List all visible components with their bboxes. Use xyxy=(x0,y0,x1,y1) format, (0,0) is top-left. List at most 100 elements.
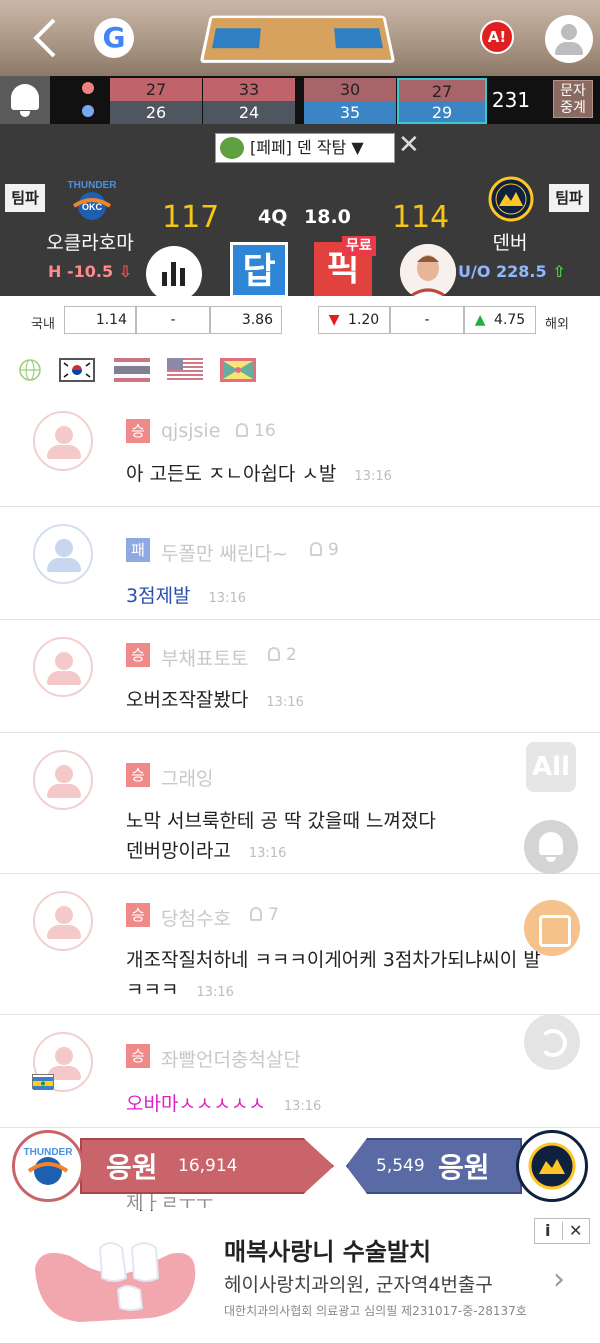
nickname[interactable]: 부채표토토 xyxy=(161,644,248,671)
stats-button[interactable] xyxy=(146,246,202,302)
win-badge: 승 xyxy=(126,763,150,787)
nickname[interactable]: qjsjsie xyxy=(161,420,220,442)
q4-away: 27 xyxy=(397,78,487,101)
like-bell-icon xyxy=(268,647,280,661)
globe-icon[interactable] xyxy=(18,358,42,382)
message-time: 13:16 xyxy=(196,985,234,1000)
overseas-draw-odds[interactable]: - xyxy=(390,306,464,334)
profile-button[interactable] xyxy=(545,15,593,63)
like-count: 2 xyxy=(268,645,297,665)
home-cheer-count: 5,549 xyxy=(376,1156,425,1176)
message-time: 13:16 xyxy=(208,591,246,606)
total-score: 231 xyxy=(491,88,531,112)
room-close-button[interactable]: ✕ xyxy=(398,132,420,158)
player-photo xyxy=(400,244,456,300)
home-tippa-button[interactable]: 팀파 xyxy=(549,184,589,212)
ad-controls: i ✕ xyxy=(534,1218,590,1244)
filter-all-button[interactable]: All xyxy=(526,742,576,792)
grenada-flag[interactable] xyxy=(220,358,256,382)
avatar[interactable] xyxy=(33,411,93,471)
avatar[interactable] xyxy=(33,891,93,951)
arrow-down-icon: ⇩ xyxy=(118,262,133,281)
game-clock: 4Q 18.0 xyxy=(258,206,351,228)
domestic-home-odds[interactable]: 3.86 xyxy=(210,306,282,334)
avatar[interactable] xyxy=(33,750,93,810)
chat-message[interactable]: 승 당첨수호 7 개조작질처하네 ㅋㅋㅋ이게어케 3점차가되냐씨이 발 ㅋㅋㅋ 1… xyxy=(0,875,600,1015)
room-label: [페페] 덴 작탐 ▼ xyxy=(250,138,364,157)
notification-tab[interactable] xyxy=(0,76,50,139)
floating-memo-button[interactable] xyxy=(524,900,580,956)
thailand-flag[interactable] xyxy=(114,358,150,382)
answer-button[interactable]: 답 xyxy=(230,242,288,298)
overseas-home-odds[interactable]: ▲ 4.75 xyxy=(464,306,536,334)
court-banner[interactable] xyxy=(199,15,396,63)
svg-text:THUNDER: THUNDER xyxy=(68,180,118,191)
win-badge: 승 xyxy=(126,419,150,443)
chat-message[interactable]: 승 그래잉 노막 서브룩한테 공 딱 갔을때 느껴졌다 덴버망이라고 13:16 xyxy=(0,734,600,874)
avatar[interactable] xyxy=(33,637,93,697)
home-cheer-button[interactable] xyxy=(346,1138,522,1194)
back-button[interactable] xyxy=(28,14,64,62)
q1-home: 26 xyxy=(110,101,202,124)
ad-legal-text: 대한치과의사협회 의료광고 심의필 제231017-중-28137호 xyxy=(224,1304,527,1318)
chat-message[interactable]: 패 두폴만 쌔린다~ 9 3점제발 13:16 xyxy=(0,508,600,620)
nuggets-cheer-logo[interactable] xyxy=(516,1130,588,1202)
domestic-away-odds[interactable]: 1.14 xyxy=(64,306,136,334)
domestic-draw-odds[interactable]: - xyxy=(136,306,210,334)
thunder-logo: THUNDER OKC xyxy=(66,176,118,224)
room-selector[interactable]: [페페] 덴 작탐 ▼ xyxy=(215,133,395,163)
thunder-cheer-logo[interactable]: THUNDER xyxy=(12,1130,84,1202)
ad-close-icon[interactable]: ✕ xyxy=(569,1219,582,1243)
over-under-value: U/O 228.5 xyxy=(458,262,547,281)
message-text: 개조작질처하네 ㅋㅋㅋ이게어케 3점차가되냐씨이 발 ㅋㅋㅋ 13:16 xyxy=(126,949,541,1001)
korea-flag[interactable] xyxy=(59,358,95,382)
q4-home: 29 xyxy=(397,101,487,124)
q1-away: 27 xyxy=(110,78,202,101)
avatar[interactable] xyxy=(33,524,93,584)
nickname[interactable]: 좌빨언더충척살단 xyxy=(161,1045,301,1072)
handicap-value: H -10.5 xyxy=(48,262,114,281)
q3-away: 30 xyxy=(304,78,396,101)
svg-text:OKC: OKC xyxy=(82,202,103,212)
chevron-right-icon[interactable]: › xyxy=(553,1262,565,1297)
clock-label: 18.0 xyxy=(304,206,351,228)
home-score: 114 xyxy=(392,200,450,235)
win-badge: 승 xyxy=(126,1044,150,1068)
message-text: 아 고든도 ㅈㄴ아쉽다 ㅅ발 13:16 xyxy=(126,463,392,485)
overseas-away-odds[interactable]: ▼ 1.20 xyxy=(318,306,390,334)
domestic-label: 국내 xyxy=(31,317,55,332)
chat-message[interactable]: 승 좌빨언더충척살단 오바마ㅅㅅㅅㅅㅅ 13:16 xyxy=(0,1016,600,1128)
like-bell-icon xyxy=(236,423,248,437)
win-badge: 승 xyxy=(126,903,150,927)
like-bell-icon xyxy=(250,907,262,921)
sms-relay-button[interactable]: 문자 중계 xyxy=(553,80,593,118)
svg-text:THUNDER: THUNDER xyxy=(24,1147,74,1158)
floating-bell-button[interactable] xyxy=(524,820,578,874)
like-count: 9 xyxy=(310,540,339,560)
nickname[interactable]: 당첨수호 xyxy=(161,904,231,931)
player-avatar-button[interactable] xyxy=(400,244,456,300)
message-text: 오바마ㅅㅅㅅㅅㅅ 13:16 xyxy=(126,1093,322,1115)
google-button[interactable]: G xyxy=(94,18,134,58)
away-tippa-button[interactable]: 팀파 xyxy=(5,184,45,212)
triangle-down-icon: ▼ xyxy=(328,312,340,328)
overseas-home-value: 4.75 xyxy=(494,312,526,328)
handicap-line: H -10.5 ⇩ xyxy=(48,262,132,281)
lose-badge: 패 xyxy=(126,538,150,562)
nickname[interactable]: 두폴만 쌔린다~ xyxy=(161,539,288,566)
ad-subtitle: 헤이사랑치과의원, 군자역4번출구 xyxy=(224,1274,493,1296)
home-cheer-label: 응원 xyxy=(438,1151,490,1184)
nickname[interactable]: 그래잉 xyxy=(161,764,213,791)
ad-info-icon[interactable]: i xyxy=(545,1219,550,1243)
like-bell-icon xyxy=(310,542,322,556)
usa-flag[interactable] xyxy=(167,358,203,382)
refresh-button[interactable] xyxy=(524,1014,580,1070)
like-count: 7 xyxy=(250,905,279,925)
user-flag-icon xyxy=(32,1074,54,1090)
message-text: 오버조작잘봤다 13:16 xyxy=(126,689,304,711)
over-under-line: U/O 228.5 ⇧ xyxy=(458,262,566,281)
chat-message[interactable]: 승 부채표토토 2 오버조작잘봤다 13:16 xyxy=(0,621,600,733)
chat-message[interactable]: 승 qjsjsie 16 아 고든도 ㅈㄴ아쉽다 ㅅ발 13:16 xyxy=(0,393,600,507)
alert-button[interactable]: A! xyxy=(480,20,514,54)
away-team-name: 오클라호마 xyxy=(46,232,134,254)
